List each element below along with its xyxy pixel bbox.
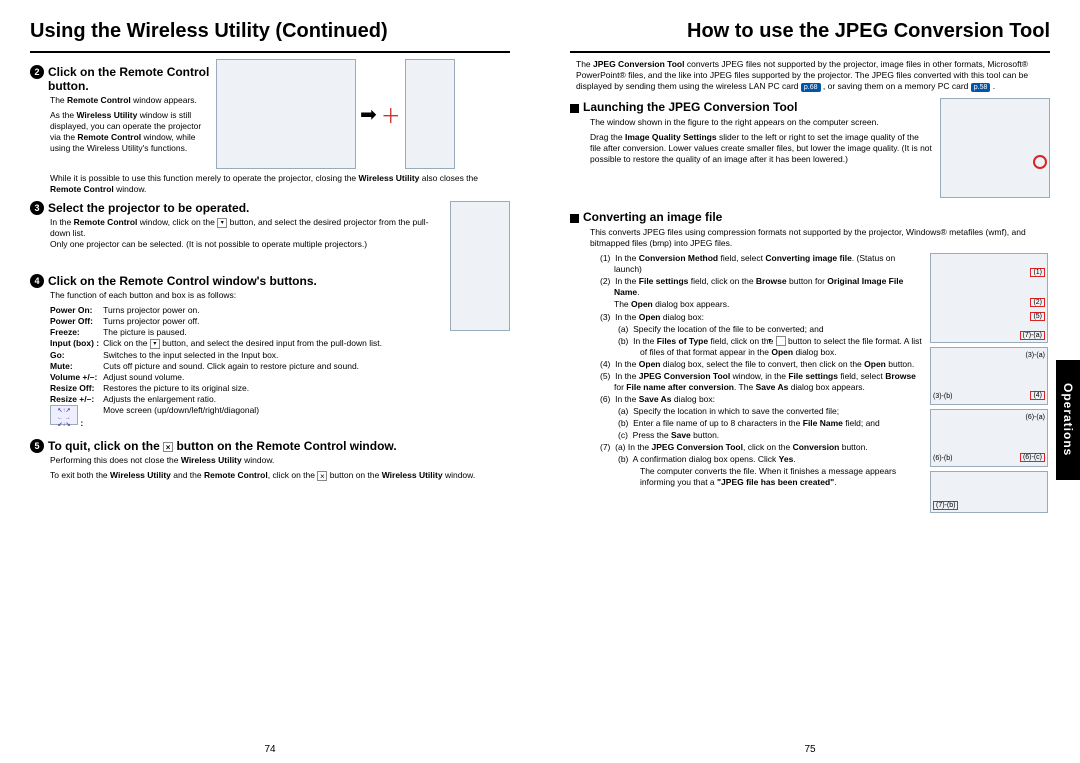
step-4-title: 4 Click on the Remote Control window's b…	[30, 274, 442, 288]
callout-1: (1)	[1030, 268, 1045, 277]
callout-6a: (6)-(a)	[1026, 414, 1045, 421]
step-2-body-2: As the Wireless Utility window is still …	[50, 110, 210, 154]
close-x-icon: ×	[163, 442, 173, 452]
dropdown-icon: ▾	[217, 218, 227, 228]
step-4-title-text: Click on the Remote Control window's but…	[48, 274, 317, 288]
callout-3a: (3)-(a)	[1026, 352, 1045, 359]
page-ref-58: p.58	[971, 83, 991, 92]
step-3-title-text: Select the projector to be operated.	[48, 201, 249, 215]
callout-6b: (6)-(b)	[933, 455, 952, 462]
numbered-bullet-3: 3	[30, 201, 44, 215]
page-right: How to use the JPEG Conversion Tool The …	[540, 0, 1080, 763]
arrow-right-icon: ➡	[360, 102, 377, 127]
left-title: Using the Wireless Utility (Continued)	[30, 20, 510, 43]
plus-icon: ＋	[381, 100, 401, 129]
rule	[570, 51, 1050, 53]
callout-4: (4)	[1030, 391, 1045, 400]
step-3-title: 3 Select the projector to be operated.	[30, 201, 442, 215]
step-5-body-1: Performing this does not close the Wirel…	[50, 455, 510, 466]
callout-7b: (7)-(b)	[933, 501, 958, 510]
callout-7a: (7)-(a)	[1020, 331, 1045, 340]
step-2-title: 2 Click on the Remote Control button.	[30, 65, 210, 93]
step-2-note: While it is possible to use this functio…	[50, 173, 510, 195]
convert-title: Converting an image file	[570, 210, 1050, 224]
square-bullet-icon	[570, 214, 579, 223]
page-number-left: 74	[264, 744, 275, 755]
step-5-title-text: To quit, click on the × button on the Re…	[48, 439, 397, 453]
step-5-title: 5 To quit, click on the × button on the …	[30, 439, 510, 453]
callout-6c: (6)-(c)	[1020, 453, 1045, 462]
convert-steps: (1) In the Conversion Method field, sele…	[570, 253, 924, 488]
confirm-dialog-screenshot: (7)-(b)	[930, 471, 1048, 513]
right-intro: The JPEG Conversion Tool converts JPEG f…	[576, 59, 1050, 92]
step-2-body-1: The Remote Control window appears.	[50, 95, 210, 106]
dropdown-icon: ▾	[150, 339, 160, 349]
callout-3b: (3)-(b)	[933, 393, 952, 400]
right-thumbnails-column: (1) (2) (5) (7)-(a) (3)-(a) (3)-(b) (4) …	[930, 253, 1050, 513]
numbered-bullet-4: 4	[30, 274, 44, 288]
numbered-bullet-2: 2	[30, 65, 44, 79]
step-4-intro: The function of each button and box is a…	[50, 290, 510, 301]
square-bullet-icon	[570, 104, 579, 113]
directional-arrows-icon: ↖↑↗← →↙↓↘	[50, 405, 78, 425]
wireless-utility-screenshot	[216, 59, 356, 169]
page-number-right: 75	[804, 744, 815, 755]
dropdown-icon: ▾	[776, 336, 786, 346]
callout-circle	[1033, 155, 1047, 169]
page-ref-68: p.68	[801, 83, 821, 92]
close-x-icon: ×	[317, 471, 327, 481]
function-table: Power On:Turns projector power on. Power…	[50, 305, 386, 429]
step-2-title-text: Click on the Remote Control button.	[48, 65, 210, 93]
side-tab-operations: Operations	[1056, 360, 1080, 480]
remote-control-screenshot	[405, 59, 455, 169]
callout-2: (2)	[1030, 298, 1045, 307]
right-title: How to use the JPEG Conversion Tool	[570, 20, 1050, 43]
remote-control-detail-screenshot	[450, 201, 510, 331]
step-5-body-2: To exit both the Wireless Utility and th…	[50, 470, 510, 481]
numbered-bullet-5: 5	[30, 439, 44, 453]
convert-intro: This converts JPEG files using compressi…	[590, 227, 1050, 249]
save-as-dialog-screenshot: (6)-(a) (6)-(b) (6)-(c)	[930, 409, 1048, 467]
jpeg-tool-screenshot-1	[940, 98, 1050, 198]
open-dialog-screenshot: (3)-(a) (3)-(b) (4)	[930, 347, 1048, 405]
page-left: Using the Wireless Utility (Continued) 2…	[0, 0, 540, 763]
jpeg-tool-screenshot-2: (1) (2) (5) (7)-(a)	[930, 253, 1048, 343]
rule	[30, 51, 510, 53]
callout-5: (5)	[1030, 312, 1045, 321]
step-3-body: In the Remote Control window, click on t…	[50, 217, 510, 250]
